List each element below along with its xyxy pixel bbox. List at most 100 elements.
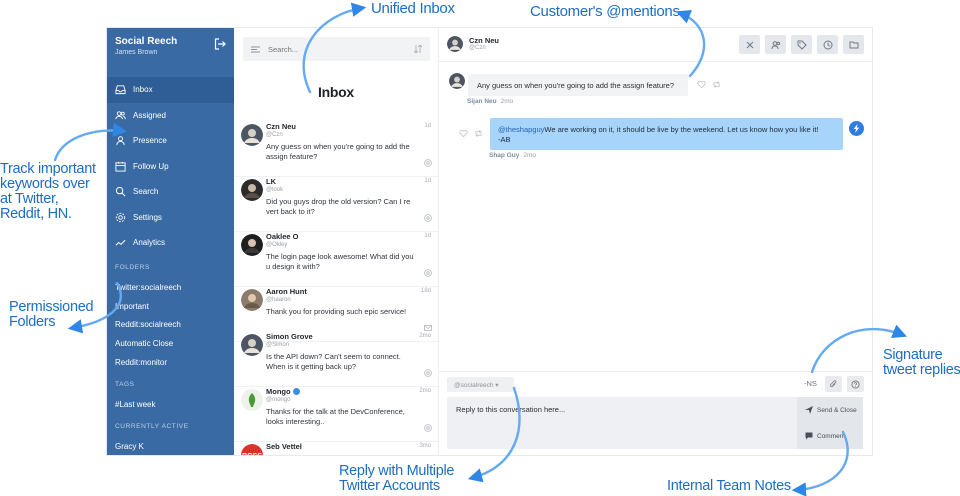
avatar [241,124,263,146]
at-icon [424,424,432,432]
retweet-icon[interactable] [712,80,721,89]
callout-reply-multiple: Reply with Multiple Twitter Accounts [339,463,455,494]
author-name: Shap Guy [489,152,520,159]
avatar [241,289,263,311]
assign-button[interactable] [765,35,786,54]
mention-link[interactable]: @theshapguy [498,125,544,134]
send-close-button[interactable]: Send & Close [797,397,863,423]
attach-button[interactable] [825,376,842,392]
help-icon [851,379,860,389]
sort-icon[interactable] [414,45,422,53]
message-preview: The login page look awesome! What did yo… [266,252,414,271]
callout-team-notes: Internal Team Notes [667,478,791,494]
avatar [241,179,263,201]
verified-badge-icon [292,387,300,395]
list-item[interactable]: Mongo @mongo 2mo Thanks for the talk at … [234,387,438,442]
currently-active-heading: CURRENTLY ACTIVE [115,423,189,430]
comment-label: Comment [817,432,846,440]
calendar-icon [115,161,126,172]
signature-tag[interactable]: -NS [804,379,817,388]
sidebar-item-label: Follow Up [133,161,169,171]
reply-input[interactable] [447,397,797,449]
timestamp: 2mo [500,98,514,105]
at-icon [424,214,432,222]
callout-permissioned-folders: Permissioned Folders [9,299,94,330]
callout-unified-inbox: Unified Inbox [371,0,455,17]
gear-icon [115,212,126,222]
sidebar-item-search[interactable]: Search [107,179,234,205]
inbox-label: Inbox [318,84,354,100]
close-button[interactable] [739,35,760,54]
at-icon [424,369,432,377]
list-item[interactable]: Simon Grove @Simon 2mo Is the API down? … [234,332,438,387]
list-item[interactable]: LK @look 1d Did you guys drop the old ve… [234,177,438,232]
list-item[interactable]: Czn Neu @Czn 1d Any guess on when you're… [234,122,438,177]
logout-icon[interactable] [214,38,226,50]
list-item[interactable]: BOSS Seb Vettel 3mo [234,442,438,455]
account-select-value: @socialreech [454,382,494,389]
timestamp: 2mo [523,152,536,159]
avatar: BOSS [241,444,263,455]
svg-text:BOSS: BOSS [242,453,262,455]
avatar [241,389,263,411]
tag-button[interactable] [791,35,812,54]
folders-heading: FOLDERS [115,264,150,271]
send-icon [805,406,813,414]
app-window: Social Reech James Brown Inbox Assigned … [107,28,872,455]
sidebar-item-analytics[interactable]: Analytics [107,230,234,256]
move-to-folder-button[interactable] [843,35,864,54]
contact-name: Seb Vettel [266,442,302,451]
folder-item[interactable]: Important [115,302,149,311]
menu-lines-icon[interactable] [251,46,260,53]
sidebar-item-label: Search [133,187,159,197]
folder-item[interactable]: Twitter:socialreech [115,283,181,292]
tag-item[interactable]: #Last week [115,400,155,409]
send-close-label: Send & Close [817,406,857,414]
sidebar-item-presence[interactable]: Presence [107,128,234,154]
comment-icon [805,432,813,440]
list-item[interactable]: Oaklee O @Okley 1d The login page look a… [234,232,438,287]
timestamp: 1d [424,178,431,184]
sidebar-item-label: Analytics [133,238,166,248]
analytics-icon [115,240,126,246]
sidebar-item-follow-up[interactable]: Follow Up [107,154,234,180]
account-select[interactable]: @socialreech ▾ [447,377,514,392]
heart-icon[interactable] [697,80,706,89]
folder-item[interactable]: Automatic Close [115,339,173,348]
contact-name: Simon Grove [266,332,313,341]
retweet-icon[interactable] [474,129,483,138]
contact-handle: @mongo [266,397,291,403]
sidebar-item-label: Presence [133,136,167,146]
reply-actions: Send & Close Comment [797,397,863,449]
incoming-message: Any guess on when you're going to add th… [468,74,688,96]
search-bar [243,37,430,61]
comment-button[interactable]: Comment [797,423,863,449]
outgoing-text: We are working on it, it should be live … [544,125,819,134]
message-signature: -AB [498,134,511,144]
help-button[interactable] [847,376,864,392]
timestamp: 3mo [419,443,431,449]
folder-item[interactable]: Reddit:socialreech [115,320,181,329]
users-icon [115,111,126,119]
sidebar-item-inbox[interactable]: Inbox [107,77,234,103]
contact-name: LK [266,177,276,186]
avatar [241,334,263,356]
snooze-button[interactable] [817,35,838,54]
sidebar-item-settings[interactable]: Settings [107,205,234,231]
sidebar-item-label: Inbox [133,85,153,95]
lightning-icon [849,121,864,136]
contact-name: Mongo [266,387,300,396]
contact-handle: @look [266,187,284,193]
sidebar-item-label: Assigned [133,110,166,120]
heart-icon[interactable] [459,129,468,138]
brand: Social Reech James Brown [115,36,177,56]
inbox-icon [115,85,126,95]
sidebar-item-assigned[interactable]: Assigned [107,103,234,129]
search-input[interactable] [268,44,414,54]
presence-icon [116,136,125,146]
timestamp: 2mo [419,333,431,339]
active-user-item[interactable]: Gracy K [115,442,144,451]
timestamp: 2mo [419,388,431,394]
contact-handle: @Okley [266,242,288,248]
folder-item[interactable]: Reddit:monitor [115,358,167,367]
